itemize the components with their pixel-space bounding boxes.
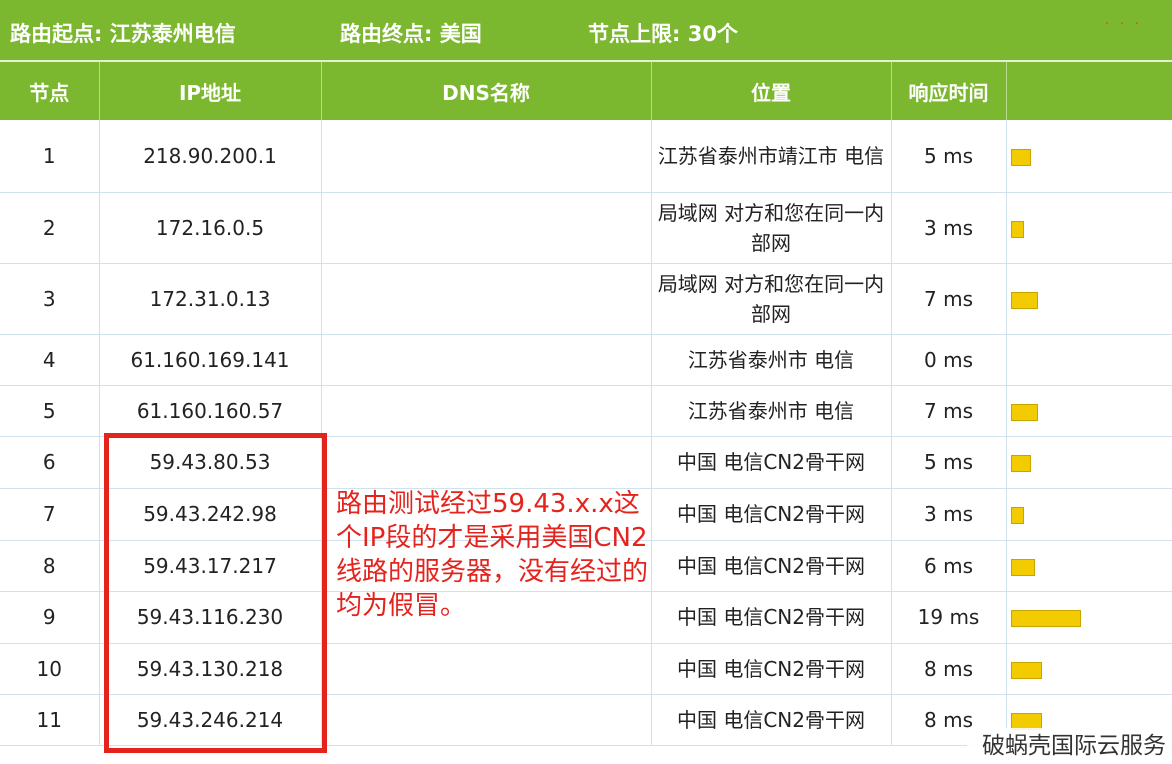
col-header-dns[interactable]: DNS名称 [321, 62, 652, 120]
ip-cell: 61.160.169.141 [99, 334, 322, 386]
table-row[interactable]: 1 218.90.200.1 江苏省泰州市靖江市 电信 5 ms [0, 120, 1172, 193]
dns-cell [321, 334, 652, 386]
location-cell: 局域网 对方和您在同一内部网 [651, 192, 892, 264]
latency-bar [1010, 610, 1081, 627]
dns-cell [321, 643, 652, 695]
latency-bar [1010, 455, 1031, 472]
response-time-cell: 7 ms [891, 263, 1007, 335]
ip-cell: 61.160.160.57 [99, 385, 322, 437]
watermark: 破蜗壳国际云服务 [967, 728, 1172, 764]
latency-bar-cell [1006, 436, 1172, 489]
route-end-label: 路由终点: 美国 [340, 22, 482, 46]
col-header-location[interactable]: 位置 [651, 62, 892, 120]
table-row[interactable]: 2 172.16.0.5 局域网 对方和您在同一内部网 3 ms [0, 192, 1172, 264]
hop-cell: 9 [0, 591, 100, 644]
ip-cell: 172.31.0.13 [99, 263, 322, 335]
response-time-cell: 5 ms [891, 120, 1007, 193]
table-row[interactable]: 5 61.160.160.57 江苏省泰州市 电信 7 ms [0, 385, 1172, 437]
response-time-cell: 6 ms [891, 540, 1007, 592]
hop-cell: 5 [0, 385, 100, 437]
hop-cell: 6 [0, 436, 100, 489]
route-start-label: 路由起点: 江苏泰州电信 [10, 22, 236, 46]
hop-cell: 11 [0, 694, 100, 746]
decoration-dots: · · · [1104, 16, 1142, 32]
response-time-cell: 8 ms [891, 643, 1007, 695]
latency-bar [1010, 661, 1042, 679]
location-cell: 江苏省泰州市靖江市 电信 [651, 120, 892, 193]
table-row[interactable]: 10 59.43.130.218 中国 电信CN2骨干网 8 ms [0, 643, 1172, 695]
latency-bar-cell [1006, 334, 1172, 386]
response-time-cell: 3 ms [891, 192, 1007, 264]
hop-cell: 1 [0, 120, 100, 193]
location-cell: 中国 电信CN2骨干网 [651, 591, 892, 644]
latency-bar [1010, 558, 1035, 576]
col-header-latency-bar [1006, 62, 1172, 120]
response-time-cell: 5 ms [891, 436, 1007, 489]
hop-cell: 10 [0, 643, 100, 695]
ip-cell: 218.90.200.1 [99, 120, 322, 193]
dns-cell [321, 385, 652, 437]
latency-bar [1010, 291, 1038, 309]
ip-cell: 59.43.80.53 [99, 436, 322, 489]
ip-cell: 59.43.130.218 [99, 643, 322, 695]
location-cell: 中国 电信CN2骨干网 [651, 694, 892, 746]
dns-cell [321, 120, 652, 193]
response-time-cell: 7 ms [891, 385, 1007, 437]
location-cell: 江苏省泰州市 电信 [651, 385, 892, 437]
location-cell: 中国 电信CN2骨干网 [651, 540, 892, 592]
latency-bar-cell [1006, 192, 1172, 264]
latency-bar-cell [1006, 591, 1172, 644]
location-cell: 中国 电信CN2骨干网 [651, 436, 892, 489]
hop-limit-label: 节点上限: 30个 [588, 22, 738, 46]
latency-bar-cell [1006, 120, 1172, 193]
dns-cell [321, 263, 652, 335]
latency-bar-cell [1006, 643, 1172, 695]
hop-cell: 3 [0, 263, 100, 335]
route-header-bar: 路由起点: 江苏泰州电信 路由终点: 美国 节点上限: 30个 · · · [0, 0, 1172, 60]
latency-bar [1010, 403, 1038, 421]
latency-bar-cell [1006, 263, 1172, 335]
latency-bar [1010, 712, 1042, 730]
latency-bar-cell [1006, 385, 1172, 437]
table-row[interactable]: 3 172.31.0.13 局域网 对方和您在同一内部网 7 ms [0, 263, 1172, 335]
col-header-hop[interactable]: 节点 [0, 62, 100, 120]
annotation-note: 路由测试经过59.43.x.x这个IP段的才是采用美国CN2线路的服务器，没有经… [336, 489, 649, 621]
ip-cell: 59.43.116.230 [99, 591, 322, 644]
hop-cell: 7 [0, 488, 100, 541]
latency-bar-cell [1006, 540, 1172, 592]
table-row[interactable]: 4 61.160.169.141 江苏省泰州市 电信 0 ms [0, 334, 1172, 386]
route-table: 节点 IP地址 DNS名称 位置 响应时间 1 218.90.200.1 江苏省泰州… [0, 62, 1172, 746]
dns-cell [321, 192, 652, 264]
location-cell: 中国 电信CN2骨干网 [651, 488, 892, 541]
location-cell: 中国 电信CN2骨干网 [651, 643, 892, 695]
ip-cell: 172.16.0.5 [99, 192, 322, 264]
col-header-ip[interactable]: IP地址 [99, 62, 322, 120]
latency-bar-cell [1006, 488, 1172, 541]
hop-cell: 8 [0, 540, 100, 592]
hop-cell: 4 [0, 334, 100, 386]
location-cell: 局域网 对方和您在同一内部网 [651, 263, 892, 335]
location-cell: 江苏省泰州市 电信 [651, 334, 892, 386]
ip-cell: 59.43.242.98 [99, 488, 322, 541]
col-header-response-time[interactable]: 响应时间 [891, 62, 1007, 120]
response-time-cell: 0 ms [891, 334, 1007, 386]
latency-bar [1010, 220, 1024, 238]
response-time-cell: 19 ms [891, 591, 1007, 644]
dns-cell [321, 436, 652, 489]
ip-cell: 59.43.246.214 [99, 694, 322, 746]
dns-cell [321, 694, 652, 746]
response-time-cell: 3 ms [891, 488, 1007, 541]
hop-cell: 2 [0, 192, 100, 264]
table-row[interactable]: 6 59.43.80.53 中国 电信CN2骨干网 5 ms [0, 436, 1172, 489]
ip-cell: 59.43.17.217 [99, 540, 322, 592]
latency-bar [1010, 148, 1031, 166]
latency-bar [1010, 507, 1024, 524]
table-header-row: 节点 IP地址 DNS名称 位置 响应时间 [0, 62, 1172, 120]
